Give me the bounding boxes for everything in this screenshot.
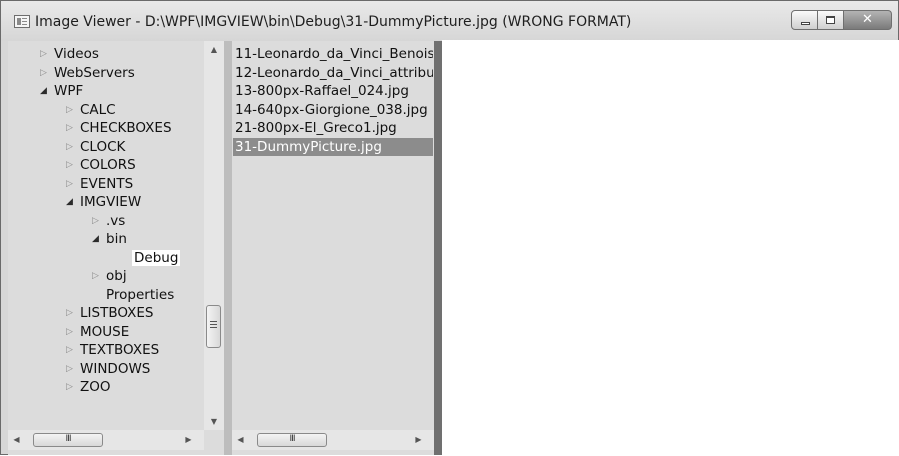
tree-item[interactable]: ▷ Videos [40,45,99,63]
file-list-pane: 11-Leonardo_da_Vinci_Benois 12-Leonardo_d… [232,41,434,455]
tree-item-label: TEXTBOXES [80,342,160,358]
expand-arrow-icon[interactable]: ▷ [66,175,80,193]
expand-arrow-icon[interactable]: ▷ [66,304,80,322]
file-list-item[interactable]: 11-Leonardo_da_Vinci_Benois [233,45,433,63]
expand-arrow-icon[interactable]: ▷ [66,378,80,396]
tree-item-label: MOUSE [80,323,130,340]
scroll-right-icon[interactable]: ▶ [180,430,197,450]
scroll-left-icon[interactable]: ◀ [232,430,249,450]
tree-list-splitter[interactable] [224,41,232,455]
list-horizontal-scroll-thumb[interactable]: III [257,433,327,447]
tree-item[interactable]: ◢ bin [92,230,127,248]
scroll-right-icon[interactable]: ▶ [410,430,427,450]
tree-item-label: WINDOWS [80,360,151,377]
file-list[interactable]: 11-Leonardo_da_Vinci_Benois 12-Leonardo_d… [232,41,434,430]
tree-item-label: IMGVIEW [80,194,142,210]
expand-arrow-icon[interactable]: ▷ [66,101,80,119]
tree-item[interactable]: ◢ IMGVIEW [66,193,141,211]
tree-item[interactable]: ▷ ZOO [66,378,111,396]
expand-arrow-icon[interactable]: ▷ [66,341,80,359]
tree-horizontal-scrollbar[interactable]: ◀ III ▶ [8,430,204,450]
folder-tree-pane: ▷ Videos ▷ WebServers ◢ WPF ▷ CALC ▷ CHECKBOXES ▷ C… [8,41,224,455]
image-display-area [442,40,899,456]
tree-item[interactable]: Properties [92,286,174,304]
folder-tree[interactable]: ▷ Videos ▷ WebServers ◢ WPF ▷ CALC ▷ CHECKBOXES ▷ C… [8,41,204,430]
tree-item-label: bin [106,231,127,247]
tree-item-label: LISTBOXES [80,305,154,321]
tree-item-label: CLOCK [80,138,126,155]
tree-vertical-scrollbar[interactable]: ▲ ▼ [204,41,224,430]
file-list-item[interactable]: 31-DummyPicture.jpg [233,137,433,156]
tree-item[interactable]: ▷ COLORS [66,156,136,174]
maximize-button[interactable] [818,10,844,30]
file-list-item[interactable]: 12-Leonardo_da_Vinci_attribu [233,64,433,82]
file-list-item[interactable]: 21-800px-El_Greco1.jpg [233,119,433,137]
maximize-icon [826,16,835,24]
tree-item[interactable]: ◢ WPF [40,82,83,100]
collapse-arrow-icon[interactable]: ◢ [40,82,54,100]
tree-item[interactable]: ▷ LISTBOXES [66,304,153,322]
expand-arrow-icon[interactable]: ▷ [40,64,54,82]
image-viewer-icon[interactable] [14,15,30,28]
minimize-button[interactable] [791,10,818,30]
expand-arrow-icon[interactable]: ▷ [66,119,80,137]
tree-item[interactable]: ▷ WINDOWS [66,360,150,378]
scroll-left-icon[interactable]: ◀ [8,430,25,450]
expand-arrow-icon[interactable]: ▷ [40,45,54,63]
tree-vertical-scroll-thumb[interactable] [206,305,221,348]
expand-arrow-icon[interactable]: ▷ [92,267,106,285]
tree-item[interactable]: ▷ MOUSE [66,323,129,341]
tree-item[interactable]: ▷ WebServers [40,64,135,82]
tree-item-label: CHECKBOXES [80,120,172,136]
tree-item[interactable]: ▷ CALC [66,101,116,119]
collapse-arrow-icon[interactable]: ◢ [66,193,80,211]
tree-item-label: Debug [132,249,181,266]
expand-arrow-icon[interactable]: ▷ [66,360,80,378]
tree-item-label: obj [106,268,127,284]
scroll-down-icon[interactable]: ▼ [204,413,224,430]
tree-item-label: Properties [106,286,175,303]
tree-item-label: CALC [80,101,116,118]
scroll-up-icon[interactable]: ▲ [204,41,224,58]
list-image-splitter[interactable] [434,41,442,455]
expand-arrow-icon[interactable]: ▷ [66,156,80,174]
tree-item[interactable]: Debug [118,249,181,267]
client-area: ▷ Videos ▷ WebServers ◢ WPF ▷ CALC ▷ CHECKBOXES ▷ C… [8,40,899,456]
tree-item[interactable]: ▷ EVENTS [66,175,133,193]
tree-item[interactable]: ▷ CHECKBOXES [66,119,172,137]
expand-arrow-icon[interactable]: ▷ [92,212,106,230]
caption-buttons: ✕ [791,10,892,30]
tree-item[interactable]: ▷ CLOCK [66,138,125,156]
tree-item-label: ZOO [80,379,111,395]
title-bar[interactable]: Image Viewer - D:\WPF\IMGVIEW\bin\Debug\… [1,1,898,41]
tree-item-label: EVENTS [80,175,134,192]
tree-horizontal-scroll-thumb[interactable]: III [33,433,103,447]
close-button[interactable]: ✕ [844,10,892,30]
file-list-item[interactable]: 13-800px-Raffael_024.jpg [233,82,433,100]
tree-item[interactable]: ▷ obj [92,267,127,285]
expand-arrow-icon[interactable]: ▷ [66,323,80,341]
tree-item[interactable]: ▷ TEXTBOXES [66,341,159,359]
list-horizontal-scrollbar[interactable]: ◀ III ▶ [232,430,434,450]
collapse-arrow-icon[interactable]: ◢ [92,230,106,248]
tree-item[interactable]: ▷ .vs [92,212,125,230]
file-list-item[interactable]: 14-640px-Giorgione_038.jpg [233,101,433,119]
scrollbar-corner [204,430,224,455]
tree-item-label: Videos [54,46,99,62]
close-icon: ✕ [862,12,873,27]
tree-item-label: .vs [106,212,126,229]
image-viewer-window: Image Viewer - D:\WPF\IMGVIEW\bin\Debug\… [0,0,899,456]
grip-icon [210,321,217,330]
window-title: Image Viewer - D:\WPF\IMGVIEW\bin\Debug\… [35,14,632,30]
tree-item-label: WPF [54,83,84,99]
expand-arrow-icon[interactable]: ▷ [66,138,80,156]
minimize-icon [801,22,810,25]
tree-item-label: WebServers [54,64,135,81]
tree-item-label: COLORS [80,157,136,173]
